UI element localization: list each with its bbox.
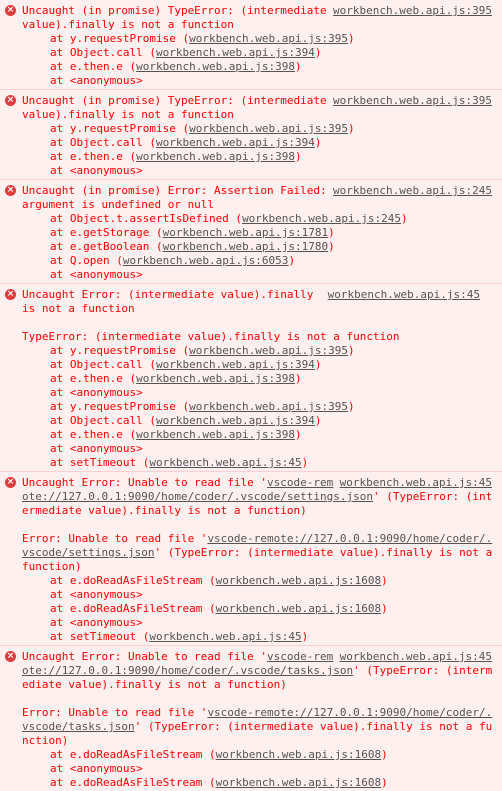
stack-frame: at e.doReadAsFileStream (workbench.web.a… — [50, 748, 388, 761]
error-icon: × — [5, 95, 16, 106]
source-link[interactable]: workbench.web.api.js:245 — [333, 184, 492, 198]
source-link[interactable]: workbench.web.api.js:395 — [333, 94, 492, 108]
frame-link[interactable]: workbench.web.api.js:395 — [189, 400, 348, 413]
frame-link[interactable]: workbench.web.api.js:1608 — [216, 602, 382, 615]
console-error-message: × workbench.web.api.js:45 Uncaught Error… — [0, 646, 502, 791]
error-subtext: Error: Unable to read file 'vscode-remot… — [22, 706, 493, 747]
stack-frame: at y.requestPromise (workbench.web.api.j… — [50, 122, 355, 135]
stack-frame: at y.requestPromise (workbench.web.api.j… — [50, 32, 355, 45]
stack-frame: at <anonymous> — [50, 164, 143, 177]
frame-link[interactable]: workbench.web.api.js:394 — [156, 46, 315, 59]
stack-frame: at e.getStorage (workbench.web.api.js:17… — [50, 226, 335, 239]
console-panel: × workbench.web.api.js:395 Uncaught (in … — [0, 0, 502, 791]
stack-frame: at Object.t.assertIsDefined (workbench.w… — [50, 212, 408, 225]
source-link[interactable]: workbench.web.api.js:395 — [333, 4, 492, 18]
frame-link[interactable]: workbench.web.api.js:1608 — [216, 748, 382, 761]
stack-frame: at e.then.e (workbench.web.api.js:398) — [50, 150, 302, 163]
stack-frame: at Object.call (workbench.web.api.js:394… — [50, 414, 322, 427]
stack-frame: at <anonymous> — [50, 74, 143, 87]
frame-link[interactable]: workbench.web.api.js:395 — [189, 122, 348, 135]
stack-frame: at <anonymous> — [50, 616, 143, 629]
stack-frame: at <anonymous> — [50, 268, 143, 281]
frame-link[interactable]: workbench.web.api.js:1608 — [216, 776, 382, 789]
stack-frame: at Object.call (workbench.web.api.js:394… — [50, 358, 322, 371]
frame-link[interactable]: workbench.web.api.js:6053 — [123, 254, 289, 267]
console-error-message: × workbench.web.api.js:395 Uncaught (in … — [0, 90, 502, 180]
frame-link[interactable]: workbench.web.api.js:398 — [136, 372, 295, 385]
frame-link[interactable]: workbench.web.api.js:395 — [189, 32, 348, 45]
stack-frame: at <anonymous> — [50, 762, 143, 775]
stack-frame: at e.then.e (workbench.web.api.js:398) — [50, 372, 302, 385]
stack-frame: at e.doReadAsFileStream (workbench.web.a… — [50, 602, 388, 615]
console-error-message: × workbench.web.api.js:45 Uncaught Error… — [0, 472, 502, 646]
stack-frame: at setTimeout (workbench.web.api.js:45) — [50, 456, 309, 469]
frame-link[interactable]: workbench.web.api.js:245 — [242, 212, 401, 225]
frame-link[interactable]: workbench.web.api.js:45 — [149, 456, 301, 469]
error-subtext: Error: Unable to read file 'vscode-remot… — [22, 532, 499, 573]
frame-link[interactable]: workbench.web.api.js:395 — [189, 344, 348, 357]
frame-link[interactable]: workbench.web.api.js:1781 — [163, 226, 329, 239]
source-link[interactable]: workbench.web.api.js:45 — [328, 288, 480, 302]
error-icon: × — [5, 5, 16, 16]
stack-frame: at <anonymous> — [50, 386, 143, 399]
console-error-message: × workbench.web.api.js:395 Uncaught (in … — [0, 0, 502, 90]
frame-link[interactable]: workbench.web.api.js:45 — [149, 630, 301, 643]
stack-frame: at y.requestPromise (workbench.web.api.j… — [50, 400, 355, 413]
stack-frame: at setTimeout (workbench.web.api.js:45) — [50, 630, 309, 643]
console-error-message: × workbench.web.api.js:245 Uncaught (in … — [0, 180, 502, 284]
stack-frame: at Object.call (workbench.web.api.js:394… — [50, 136, 322, 149]
error-icon: × — [5, 289, 16, 300]
stack-frame: at y.requestPromise (workbench.web.api.j… — [50, 344, 355, 357]
stack-frame: at e.then.e (workbench.web.api.js:398) — [50, 60, 302, 73]
stack-frame: at <anonymous> — [50, 442, 143, 455]
frame-link[interactable]: workbench.web.api.js:394 — [156, 358, 315, 371]
frame-link[interactable]: workbench.web.api.js:1608 — [216, 574, 382, 587]
stack-frame: at <anonymous> — [50, 588, 143, 601]
error-icon: × — [5, 651, 16, 662]
frame-link[interactable]: workbench.web.api.js:398 — [136, 150, 295, 163]
stack-frame: at Q.open (workbench.web.api.js:6053) — [50, 254, 296, 267]
error-icon: × — [5, 477, 16, 488]
error-subtext: TypeError: (intermediate value).finally … — [22, 330, 400, 343]
source-link[interactable]: workbench.web.api.js:45 — [340, 650, 492, 664]
frame-link[interactable]: workbench.web.api.js:394 — [156, 414, 315, 427]
stack-frame: at Object.call (workbench.web.api.js:394… — [50, 46, 322, 59]
frame-link[interactable]: workbench.web.api.js:398 — [136, 60, 295, 73]
source-link[interactable]: workbench.web.api.js:45 — [340, 476, 492, 490]
stack-frame: at e.getBoolean (workbench.web.api.js:17… — [50, 240, 335, 253]
stack-frame: at e.doReadAsFileStream (workbench.web.a… — [50, 574, 388, 587]
frame-link[interactable]: workbench.web.api.js:394 — [156, 136, 315, 149]
stack-frame: at e.doReadAsFileStream (workbench.web.a… — [50, 776, 388, 789]
frame-link[interactable]: workbench.web.api.js:398 — [136, 428, 295, 441]
stack-frame: at e.then.e (workbench.web.api.js:398) — [50, 428, 302, 441]
console-error-message: × workbench.web.api.js:45 Uncaught Error… — [0, 284, 502, 472]
frame-link[interactable]: workbench.web.api.js:1780 — [163, 240, 329, 253]
error-icon: × — [5, 185, 16, 196]
